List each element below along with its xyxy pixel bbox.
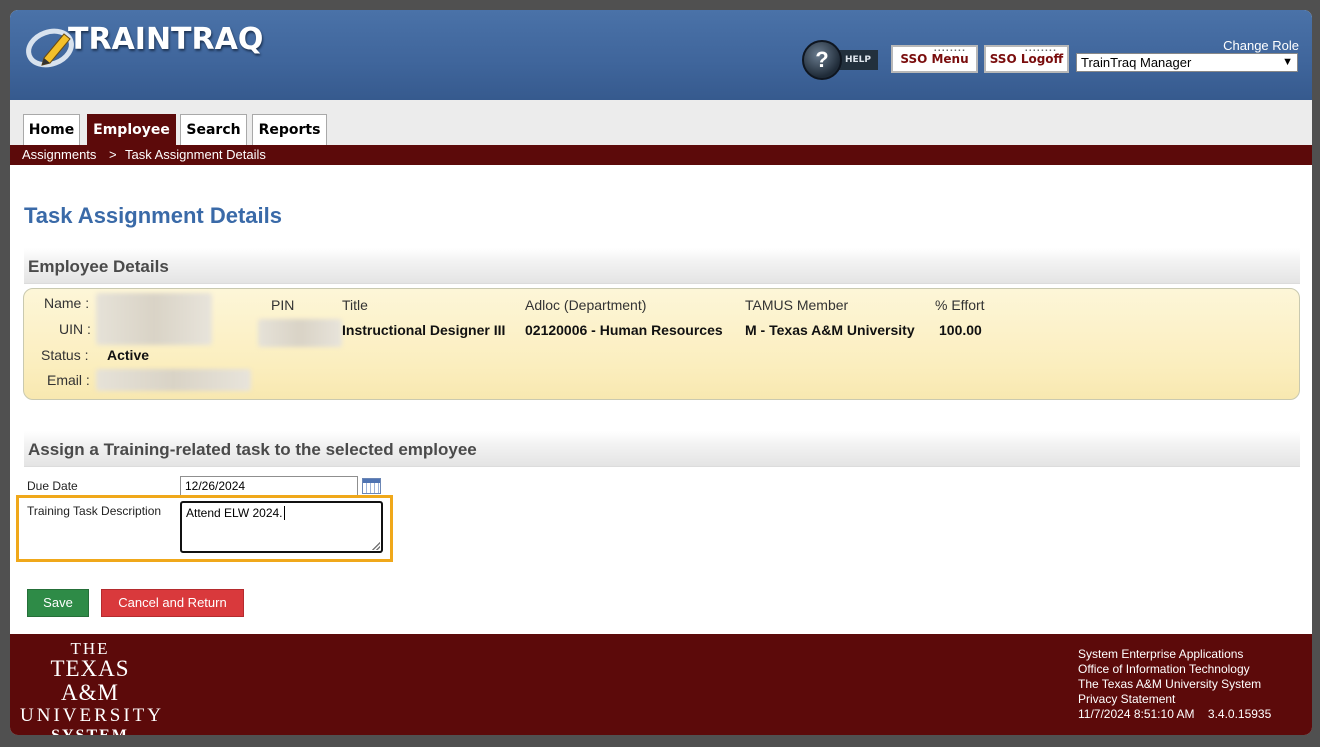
role-selected-value: TrainTraq Manager: [1081, 55, 1192, 70]
pin-column-header: PIN: [271, 297, 295, 313]
redacted-pin: [258, 319, 342, 347]
sso-logoff-button[interactable]: ........ SSO Logoff: [984, 44, 1069, 73]
sso-menu-button[interactable]: ........ SSO Menu: [891, 44, 978, 73]
help-icon: ?: [802, 40, 842, 80]
calendar-icon[interactable]: [362, 478, 381, 494]
footer-link-tamus[interactable]: The Texas A&M University System: [1078, 677, 1271, 692]
tab-employee[interactable]: Employee: [87, 114, 176, 145]
dots-decoration: ........: [1024, 44, 1057, 53]
role-select[interactable]: TrainTraq Manager ▼: [1076, 53, 1298, 72]
employee-details-header: Employee Details: [24, 248, 1300, 284]
sso-logoff-label: SSO Logoff: [989, 52, 1064, 66]
adloc-column-header: Adloc (Department): [525, 297, 647, 313]
footer-link-oit[interactable]: Office of Information Technology: [1078, 662, 1271, 677]
due-date-input[interactable]: 12/26/2024: [180, 476, 358, 496]
due-date-value: 12/26/2024: [185, 479, 246, 493]
task-description-value: Attend ELW 2024.: [186, 506, 283, 520]
breadcrumb-current: Task Assignment Details: [125, 147, 266, 162]
task-description-textarea[interactable]: Attend ELW 2024.: [180, 501, 383, 553]
due-date-label: Due Date: [27, 479, 78, 493]
assign-task-heading: Assign a Training-related task to the se…: [28, 440, 477, 459]
dots-decoration: ........: [933, 44, 966, 53]
tamus-column-header: TAMUS Member: [745, 297, 849, 313]
employee-details-heading: Employee Details: [28, 257, 169, 276]
title-column-header: Title: [342, 297, 368, 313]
adloc-value: 02120006 - Human Resources: [525, 322, 723, 338]
status-value: Active: [107, 347, 150, 363]
status-label: Status :: [41, 347, 89, 363]
breadcrumb-separator: >: [109, 147, 117, 162]
redacted-email: [96, 369, 251, 391]
text-cursor: [283, 506, 285, 520]
uin-label: UIN :: [59, 321, 91, 337]
tamus-value: M - Texas A&M University: [745, 322, 915, 338]
footer-meta: 11/7/2024 8:51:10 AM 3.4.0.15935: [1078, 707, 1271, 722]
cancel-and-return-button[interactable]: Cancel and Return: [101, 589, 244, 617]
title-value: Instructional Designer III: [342, 322, 506, 338]
logo-line-2: TEXAS A&M: [50, 656, 130, 705]
logo-line-4: SYSTEM: [20, 726, 160, 735]
tab-reports[interactable]: Reports: [252, 114, 327, 145]
employee-details-panel: Name : UIN : Status : Active Email : PIN…: [23, 288, 1300, 400]
change-role-label: Change Role: [1223, 38, 1299, 53]
tab-bar: Home Employee Search Reports: [10, 100, 1312, 145]
app-name: TRAINTRAQ: [68, 22, 264, 57]
footer-timestamp: 11/7/2024 8:51:10 AM: [1078, 707, 1195, 721]
task-description-label: Training Task Description: [27, 504, 162, 518]
breadcrumb: Assignments > Task Assignment Details: [10, 145, 1312, 165]
save-button[interactable]: Save: [27, 589, 89, 617]
tab-search[interactable]: Search: [180, 114, 247, 145]
effort-column-header: % Effort: [935, 297, 985, 313]
assign-task-header: Assign a Training-related task to the se…: [24, 431, 1300, 467]
sso-menu-label: SSO Menu: [900, 52, 969, 66]
chevron-down-icon: ▼: [1282, 56, 1293, 68]
header-banner: TRAINTRAQ HELP ? ........ SSO Menu .....…: [10, 10, 1312, 100]
footer-link-privacy[interactable]: Privacy Statement: [1078, 692, 1271, 707]
texas-am-system-logo[interactable]: THE TEXAS A&M UNIVERSITY SYSTEM: [20, 639, 164, 735]
email-label: Email :: [47, 372, 90, 388]
tab-home[interactable]: Home: [23, 114, 80, 145]
footer-link-sea[interactable]: System Enterprise Applications: [1078, 647, 1271, 662]
app-window: TRAINTRAQ HELP ? ........ SSO Menu .....…: [10, 10, 1312, 735]
page-title: Task Assignment Details: [24, 203, 282, 228]
footer-version: 3.4.0.15935: [1207, 707, 1272, 721]
help-label: HELP: [838, 50, 878, 70]
redacted-name-uin: [96, 293, 212, 345]
breadcrumb-assignments[interactable]: Assignments: [22, 145, 96, 164]
logo-line-1: THE: [70, 639, 110, 658]
footer: THE TEXAS A&M UNIVERSITY SYSTEM System E…: [10, 634, 1312, 735]
footer-links: System Enterprise Applications Office of…: [1078, 647, 1271, 722]
help-button[interactable]: HELP ?: [802, 40, 878, 80]
effort-value: 100.00: [939, 322, 982, 338]
logo-line-3: UNIVERSITY: [20, 705, 164, 726]
name-label: Name :: [44, 295, 90, 311]
resize-grip-icon[interactable]: [372, 542, 380, 550]
